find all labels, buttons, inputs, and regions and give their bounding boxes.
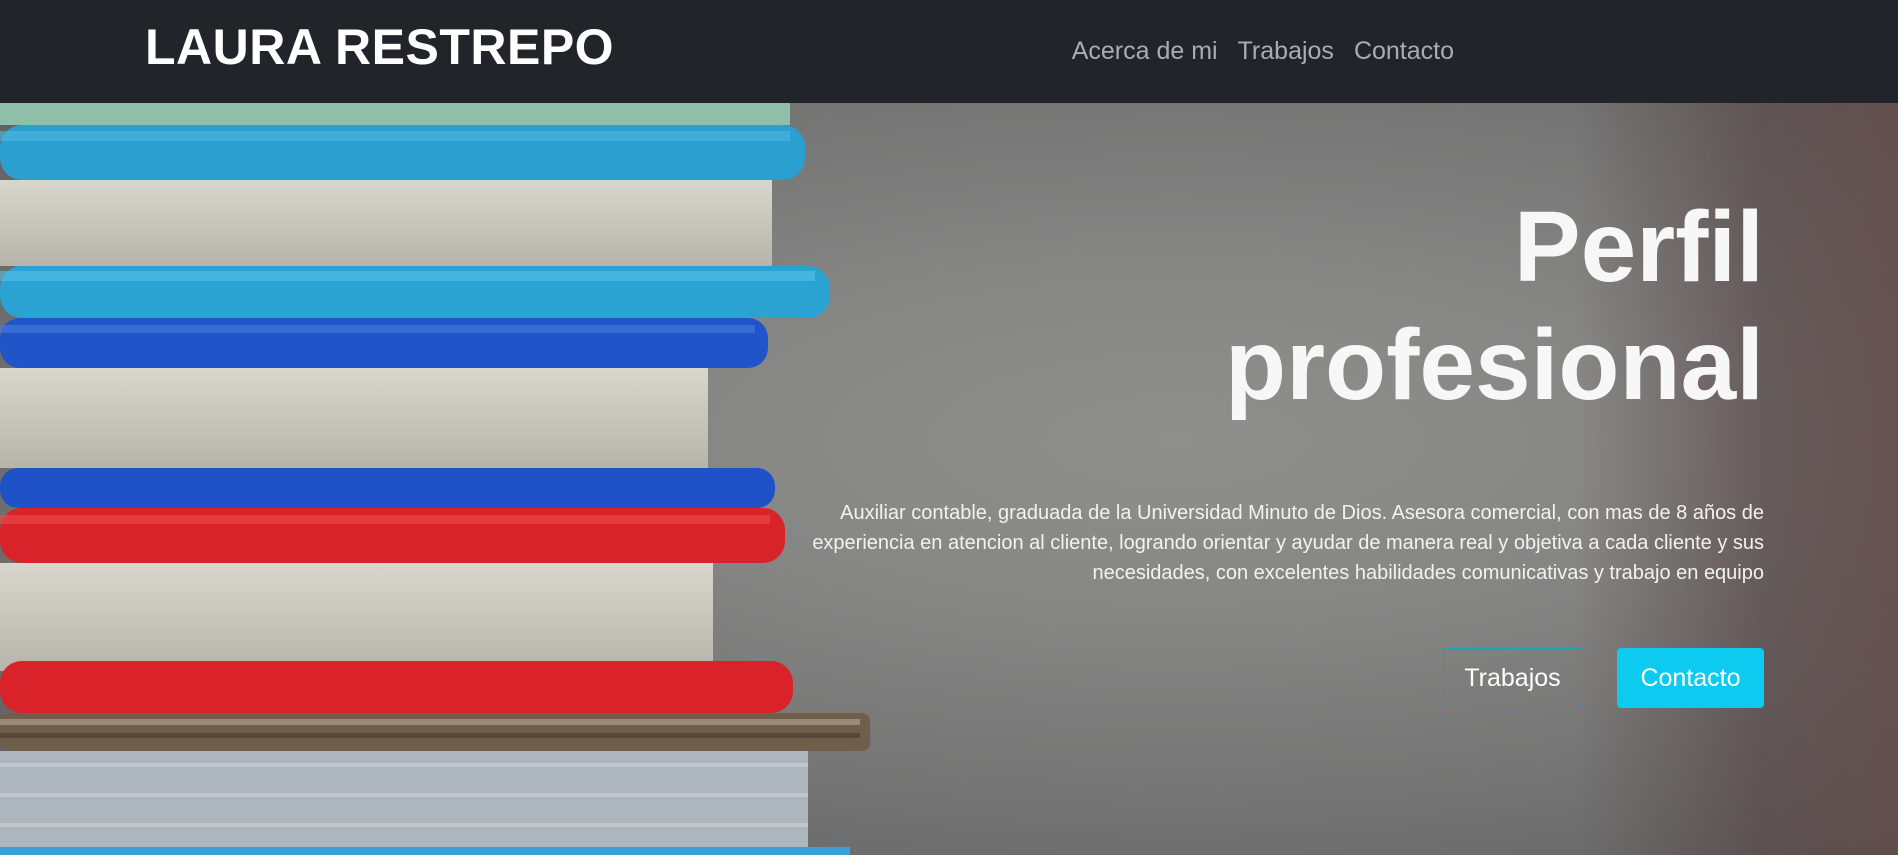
- contacto-button[interactable]: Contacto: [1617, 648, 1764, 708]
- book-pages-3: [0, 563, 713, 671]
- nav-links: Acerca de mi Trabajos Contacto: [1072, 31, 1454, 71]
- book-cover-blue-2: [0, 468, 775, 508]
- hero-button-row: Trabajos Contacto: [764, 648, 1764, 708]
- book-pages-1: [0, 180, 772, 266]
- top-navbar: LAURA RESTREPO Acerca de mi Trabajos Con…: [0, 0, 1898, 103]
- nav-link-acerca[interactable]: Acerca de mi: [1072, 31, 1218, 71]
- hero-section: Perfil profesional Auxiliar contable, gr…: [0, 103, 1898, 855]
- hero-description: Auxiliar contable, graduada de la Univer…: [812, 502, 1764, 584]
- book-green: [0, 103, 790, 125]
- trabajos-button[interactable]: Trabajos: [1443, 648, 1582, 708]
- hero-title-line-2: profesional: [1225, 309, 1764, 421]
- book-cover-red-2: [0, 661, 793, 713]
- book-patterned: [0, 713, 870, 751]
- book-pages-2: [0, 368, 708, 468]
- hero-content: Perfil profesional Auxiliar contable, gr…: [764, 188, 1764, 708]
- nav-link-contacto[interactable]: Contacto: [1354, 31, 1454, 71]
- nav-link-trabajos[interactable]: Trabajos: [1238, 31, 1334, 71]
- hero-title: Perfil profesional: [764, 188, 1764, 424]
- hero-title-line-1: Perfil: [1513, 191, 1764, 303]
- brand-logo-link[interactable]: LAURA RESTREPO: [145, 14, 614, 80]
